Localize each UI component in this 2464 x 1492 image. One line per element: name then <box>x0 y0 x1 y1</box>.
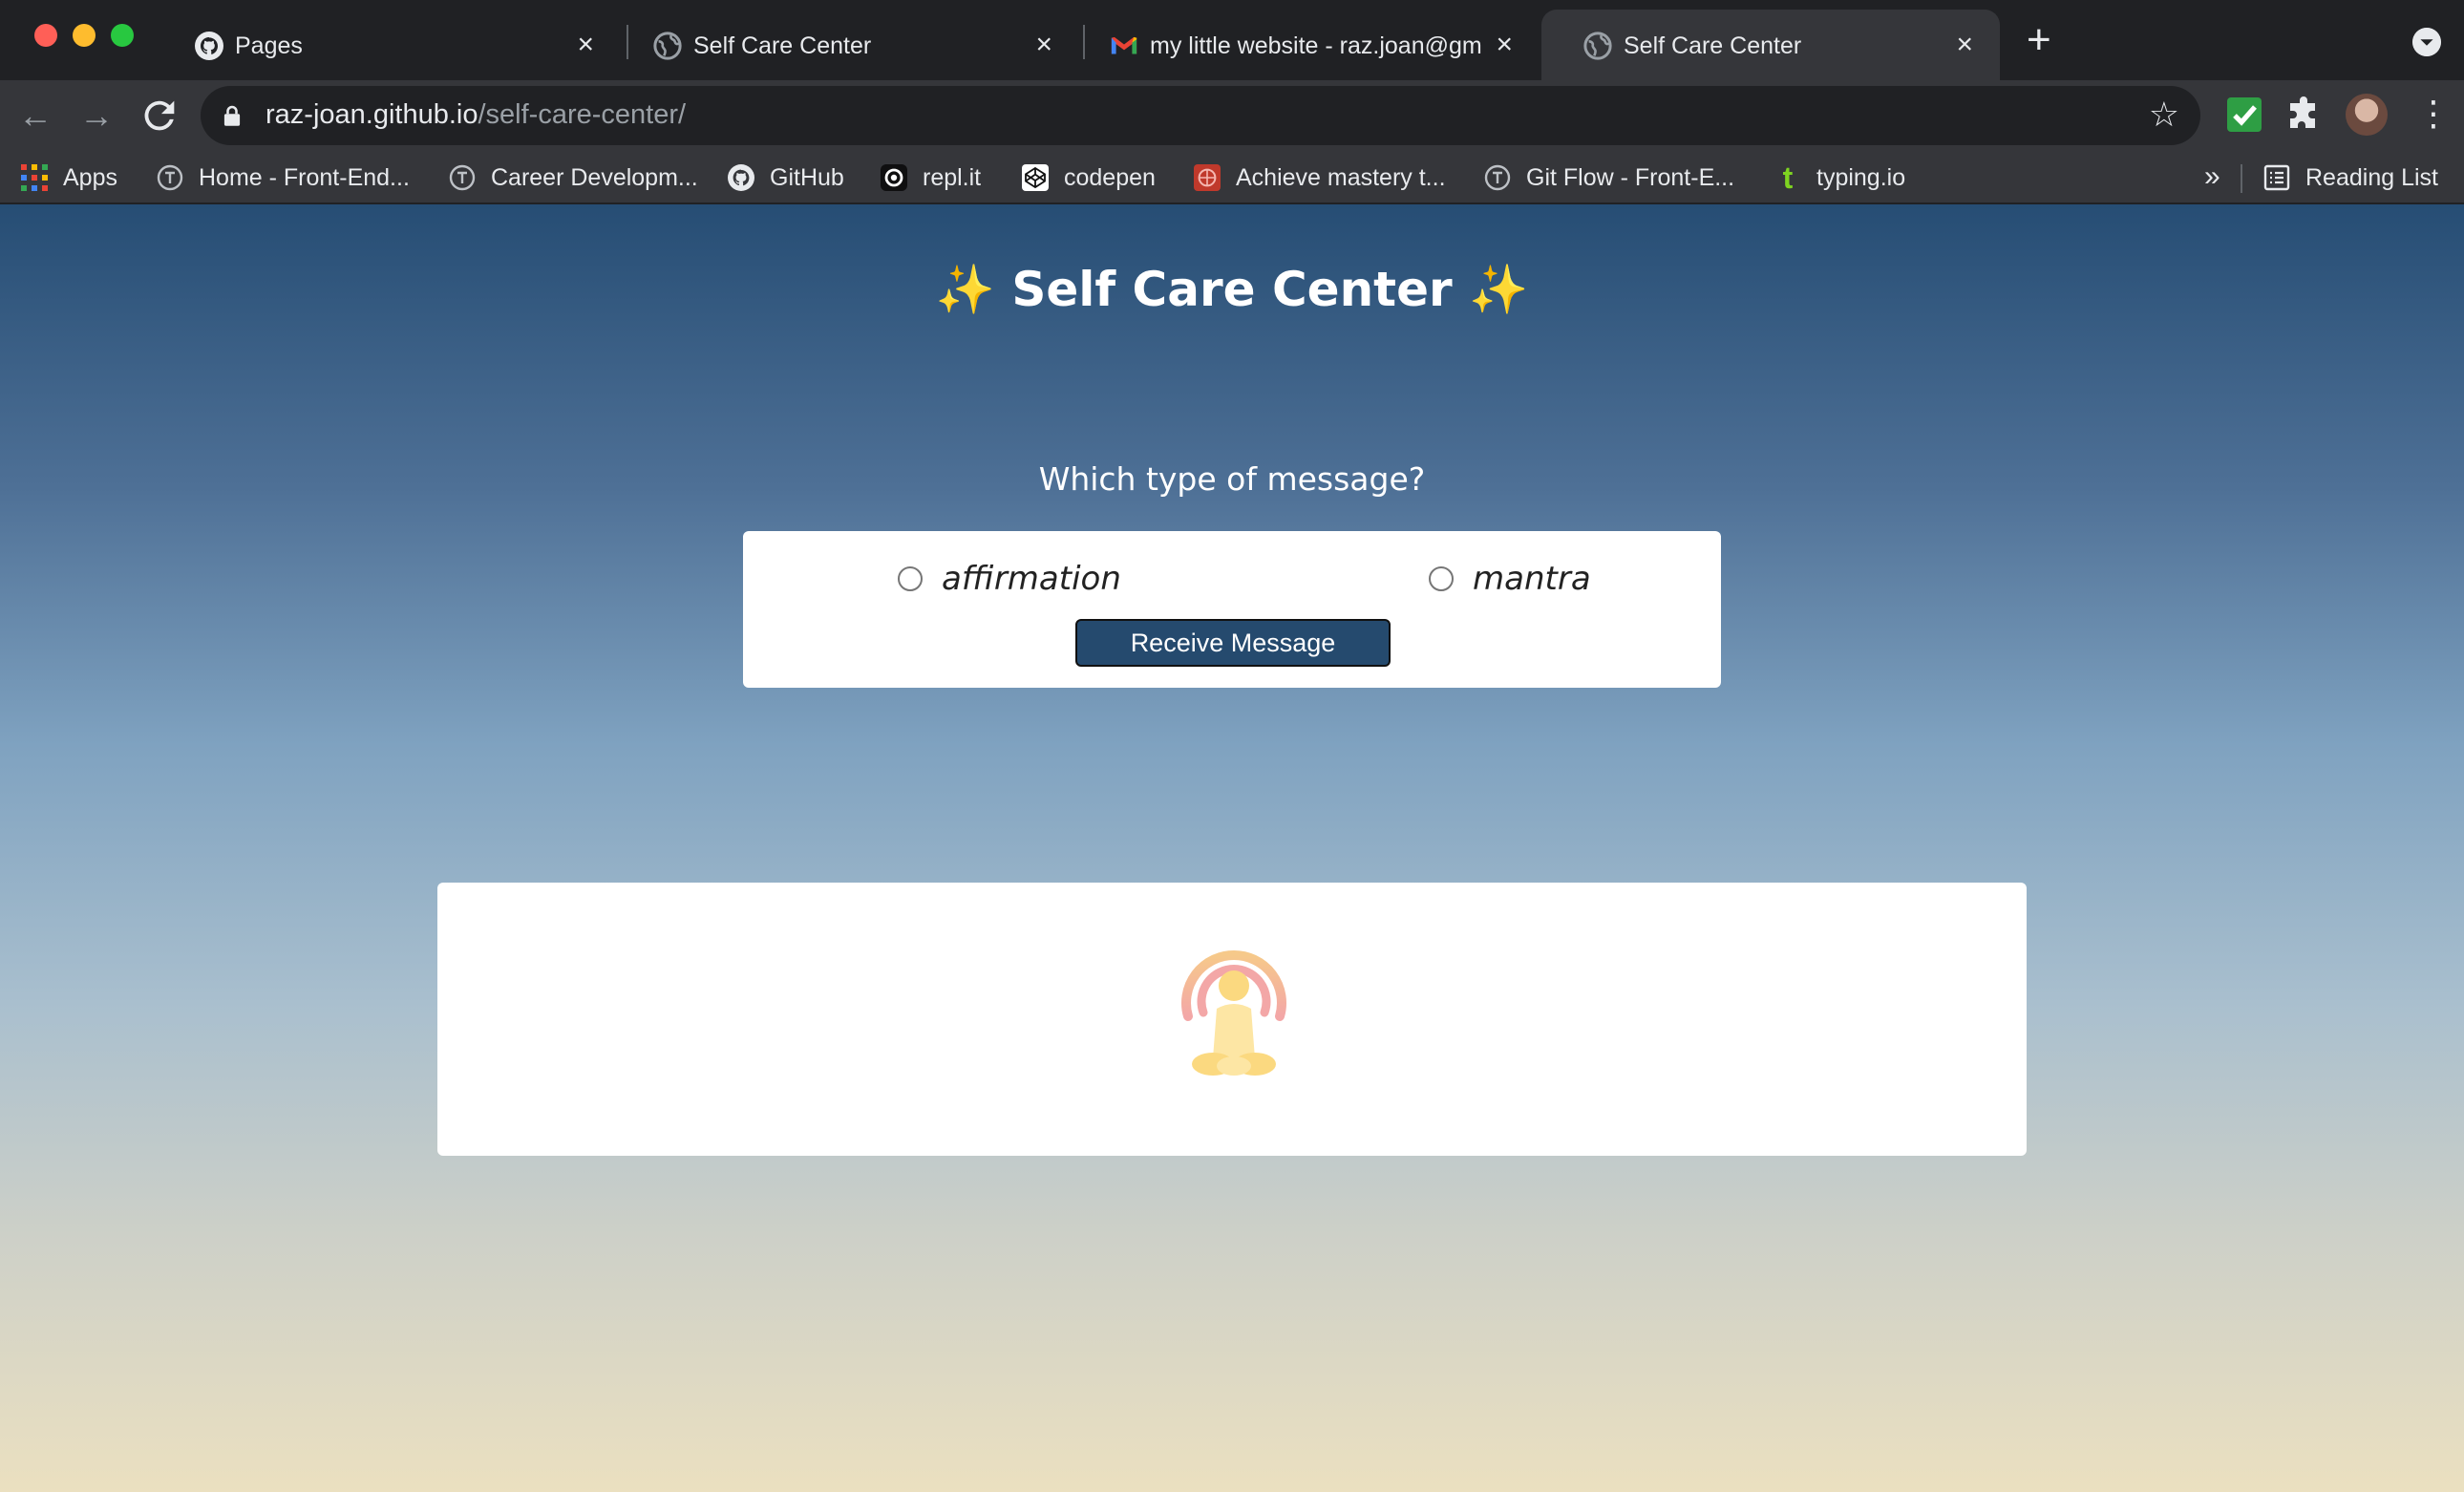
bookmark-star-icon[interactable]: ☆ <box>2149 96 2179 134</box>
checkmark-extension-icon[interactable] <box>2225 96 2263 134</box>
close-window-button[interactable] <box>34 24 57 47</box>
page-viewport: ✨ Self Care Center ✨ Which type of messa… <box>0 204 2464 1492</box>
minimize-window-button[interactable] <box>73 24 96 47</box>
bookmark-label: Career Developm... <box>491 163 698 191</box>
reading-list-label: Reading List <box>2305 163 2438 191</box>
profile-avatar[interactable] <box>2346 94 2388 136</box>
turing-icon <box>157 164 183 191</box>
receive-message-button[interactable]: Receive Message <box>1075 619 1391 667</box>
globe-icon <box>653 32 682 60</box>
message-display-card <box>437 883 2027 1156</box>
tab-self-care-center[interactable]: Self Care Center × <box>611 10 1079 80</box>
mantra-radio[interactable] <box>1429 566 1454 591</box>
lock-icon <box>223 105 241 126</box>
tab-pages[interactable]: Pages × <box>153 10 621 80</box>
reload-icon[interactable] <box>138 94 181 138</box>
mantra-option[interactable]: mantra <box>1429 560 1591 598</box>
puzzle-extensions-icon[interactable] <box>2284 96 2323 134</box>
mantra-label: mantra <box>1473 560 1591 598</box>
tab-title: Self Care Center <box>1624 32 1802 59</box>
bookmark-home-front-end[interactable]: Home - Front-End... <box>157 151 410 204</box>
github-icon <box>728 164 754 191</box>
reading-list-icon <box>2263 164 2290 191</box>
bookmark-replit[interactable]: repl.it <box>881 151 981 204</box>
bookmark-codepen[interactable]: codepen <box>1022 151 1156 204</box>
address-bar[interactable]: raz-joan.github.io/self-care-center/ ☆ <box>201 86 2200 145</box>
gmail-icon <box>1111 36 1137 54</box>
more-menu-icon[interactable]: ⋮ <box>2416 92 2451 136</box>
tab-self-care-center-active[interactable]: Self Care Center × <box>1541 10 2000 80</box>
typing-icon: t <box>1782 160 1794 195</box>
bookmark-label: typing.io <box>1816 163 1906 191</box>
message-form: affirmation mantra Receive Message <box>743 531 1721 688</box>
affirmation-option[interactable]: affirmation <box>898 560 1121 598</box>
globe-icon <box>1583 32 1612 60</box>
tab-close-icon[interactable]: × <box>577 31 594 59</box>
replit-icon <box>881 164 907 191</box>
message-type-question: Which type of message? <box>1038 460 1426 498</box>
tab-gmail[interactable]: my little website - raz.joan@gm × <box>1068 10 1540 80</box>
bookmark-label: Git Flow - Front-E... <box>1526 163 1735 191</box>
meditation-icon <box>1181 950 1286 1076</box>
bookmark-label: codepen <box>1064 163 1156 191</box>
bookmarks-separator <box>2241 164 2242 193</box>
bookmark-label: Apps <box>63 163 117 191</box>
back-arrow-icon[interactable]: ← <box>13 94 57 138</box>
bookmark-apps[interactable]: Apps <box>21 151 117 204</box>
bookmark-label: Achieve mastery t... <box>1236 163 1446 191</box>
browser-toolbar: ← → raz-joan.github.io/self-care-center/… <box>0 80 2464 151</box>
maximize-window-button[interactable] <box>111 24 134 47</box>
page-title: ✨ Self Care Center ✨ <box>935 262 1529 317</box>
bookmark-git-flow[interactable]: Git Flow - Front-E... <box>1484 151 1734 204</box>
bookmarks-bar: Apps Home - Front-End... Career Developm… <box>0 151 2464 204</box>
tab-search-chevron-icon[interactable] <box>2412 28 2441 56</box>
tab-close-icon[interactable]: × <box>1496 31 1513 59</box>
bookmarks-overflow-icon[interactable]: » <box>2204 160 2220 193</box>
turing-icon <box>1484 164 1511 191</box>
tab-title: my little website - raz.joan@gm <box>1150 32 1482 59</box>
tab-close-icon[interactable]: × <box>1035 31 1052 59</box>
bookmark-github[interactable]: GitHub <box>728 151 844 204</box>
affirmation-radio[interactable] <box>898 566 923 591</box>
tab-strip: Pages × Self Care Center × my little web… <box>0 0 2464 80</box>
tab-close-icon[interactable]: × <box>1956 31 1973 59</box>
reading-list-button[interactable]: Reading List <box>2263 151 2438 204</box>
bookmark-achieve-mastery[interactable]: Achieve mastery t... <box>1194 151 1446 204</box>
codepen-icon <box>1022 164 1049 191</box>
url-text: raz-joan.github.io/self-care-center/ <box>266 99 686 131</box>
bookmark-label: GitHub <box>770 163 844 191</box>
url-host: raz-joan.github.io <box>266 99 478 130</box>
github-icon <box>195 32 223 60</box>
turing-icon <box>449 164 476 191</box>
bookmark-label: repl.it <box>923 163 982 191</box>
tab-title: Self Care Center <box>693 32 872 59</box>
forward-arrow-icon[interactable]: → <box>74 94 118 138</box>
bookmark-typing-io[interactable]: t typing.io <box>1774 151 1905 204</box>
apps-grid-icon <box>21 164 48 191</box>
new-tab-icon[interactable]: + <box>2027 19 2051 61</box>
url-path: /self-care-center/ <box>478 99 687 130</box>
tab-title: Pages <box>235 32 303 59</box>
affirmation-label: affirmation <box>942 560 1121 598</box>
mastery-icon <box>1194 164 1221 191</box>
bookmark-career-development[interactable]: Career Developm... <box>449 151 698 204</box>
bookmark-label: Home - Front-End... <box>199 163 410 191</box>
